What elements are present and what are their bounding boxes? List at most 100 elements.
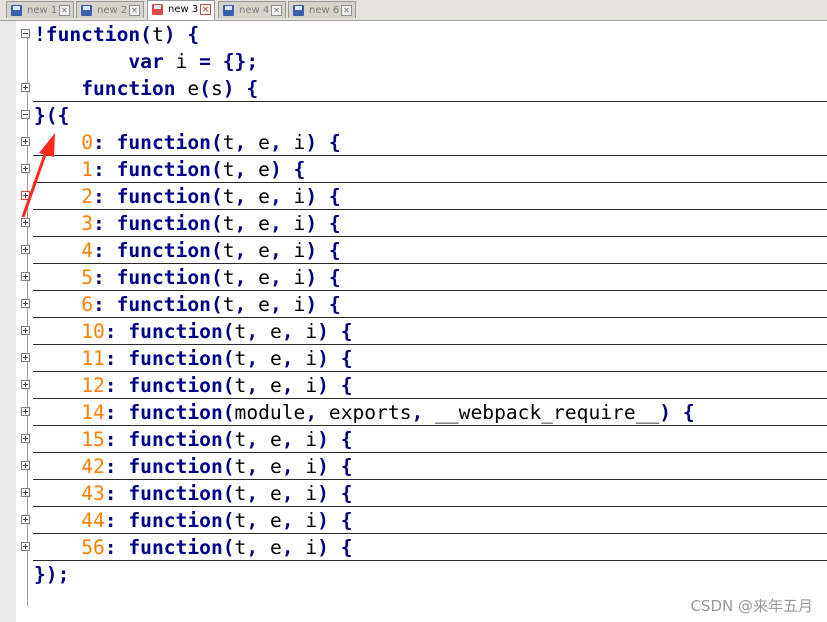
code-line[interactable]: 56: function(t, e, i) { — [0, 534, 827, 561]
code-token: : — [92, 239, 105, 262]
code-token: e — [258, 212, 270, 235]
tab-new-1[interactable]: new 1 ✕ — [6, 1, 74, 18]
code-token: , — [281, 374, 294, 397]
code-line[interactable]: 6: function(t, e, i) { — [0, 291, 827, 318]
code-line[interactable]: 11: function(t, e, i) { — [0, 345, 827, 372]
code-line[interactable]: function e(s) { — [0, 75, 827, 102]
code-token: t — [234, 374, 247, 397]
code-token: t — [222, 131, 235, 154]
code-token: e — [269, 509, 282, 532]
code-token: : — [104, 320, 117, 343]
tab-new-6[interactable]: new 6 ✕ — [288, 1, 356, 18]
code-line[interactable]: 12: function(t, e, i) { — [0, 372, 827, 399]
code-token: function — [128, 455, 223, 478]
code-token: e — [269, 482, 282, 505]
code-token: i — [305, 455, 318, 478]
code-token: : — [92, 158, 105, 181]
tab-label: new 2 — [97, 5, 128, 16]
code-token: ( — [222, 320, 235, 343]
code-token: ) — [317, 374, 329, 397]
code-token: t — [234, 536, 247, 559]
close-tab-icon[interactable]: ✕ — [129, 5, 140, 16]
code-line[interactable]: 5: function(t, e, i) { — [0, 264, 827, 291]
code-token: , — [246, 347, 259, 370]
code-token: ( — [222, 347, 235, 370]
code-token: i — [305, 374, 318, 397]
code-line[interactable]: 1: function(t, e) { — [0, 156, 827, 183]
code-line[interactable]: 10: function(t, e, i) { — [0, 318, 827, 345]
fold-expand-icon[interactable] — [21, 434, 30, 443]
code-line[interactable]: 15: function(t, e, i) { — [0, 426, 827, 453]
code-line[interactable]: 42: function(t, e, i) { — [0, 453, 827, 480]
code-token: function — [128, 320, 223, 343]
code-token: , — [246, 509, 259, 532]
close-tab-icon[interactable]: ✕ — [59, 5, 70, 16]
fold-expand-icon[interactable] — [21, 353, 30, 362]
editor[interactable]: !function(t) { var i = {}; function e(s)… — [0, 21, 827, 622]
code-token: module — [234, 401, 306, 424]
fold-expand-icon[interactable] — [21, 380, 30, 389]
code-token: , — [281, 455, 294, 478]
code-token: function — [116, 185, 211, 208]
code-line[interactable]: }({ — [0, 102, 827, 129]
fold-expand-icon[interactable] — [21, 515, 30, 524]
fold-expand-icon[interactable] — [21, 461, 30, 470]
code-token: , — [281, 428, 294, 451]
code-text: 10: function(t, e, i) { — [34, 319, 352, 345]
code-token: e — [269, 536, 282, 559]
fold-expand-icon[interactable] — [21, 542, 30, 551]
code-token: { — [328, 266, 341, 289]
tab-new-4[interactable]: new 4 ✕ — [218, 1, 286, 18]
fold-expand-icon[interactable] — [21, 326, 30, 335]
code-line[interactable]: 44: function(t, e, i) { — [0, 507, 827, 534]
code-token: : — [92, 266, 105, 289]
code-text: 56: function(t, e, i) { — [34, 535, 353, 561]
code-line[interactable]: 0: function(t, e, i) { — [0, 129, 827, 156]
code-line[interactable]: 4: function(t, e, i) { — [0, 237, 827, 264]
code-line[interactable]: 43: function(t, e, i) { — [0, 480, 827, 507]
tab-new-2[interactable]: new 2 ✕ — [76, 1, 144, 18]
code-token: , — [246, 320, 259, 343]
code-token: ( — [210, 293, 223, 316]
code-line[interactable]: var i = {}; — [0, 48, 827, 75]
code-token: , — [269, 293, 282, 316]
fold-expand-icon[interactable] — [21, 407, 30, 416]
close-tab-icon[interactable]: ✕ — [341, 5, 352, 16]
code-line[interactable]: 3: function(t, e, i) { — [0, 210, 827, 237]
arrow-shaft — [21, 145, 50, 218]
fold-expand-icon[interactable] — [21, 299, 30, 308]
fold-expand-icon[interactable] — [21, 488, 30, 497]
code-token: 12 — [81, 374, 105, 397]
code-line[interactable]: }); — [0, 561, 827, 588]
tab-new-3[interactable]: new 3 ✕ — [147, 0, 215, 20]
fold-expand-icon[interactable] — [21, 272, 30, 281]
fold-expand-icon[interactable] — [21, 245, 30, 254]
code-line[interactable]: 2: function(t, e, i) { — [0, 183, 827, 210]
code-token: { — [340, 536, 353, 559]
code-token: { — [340, 482, 353, 505]
code-token: , — [269, 185, 282, 208]
close-tab-icon[interactable]: ✕ — [271, 5, 282, 16]
code-line[interactable]: !function(t) { — [0, 21, 827, 48]
code-token: ( — [222, 455, 235, 478]
code-token: , — [234, 158, 247, 181]
code-token: , — [411, 401, 424, 424]
code-line[interactable]: 14: function(module, exports, __webpack_… — [0, 399, 827, 426]
code-token: { — [293, 158, 306, 181]
close-tab-icon[interactable]: ✕ — [200, 4, 211, 15]
